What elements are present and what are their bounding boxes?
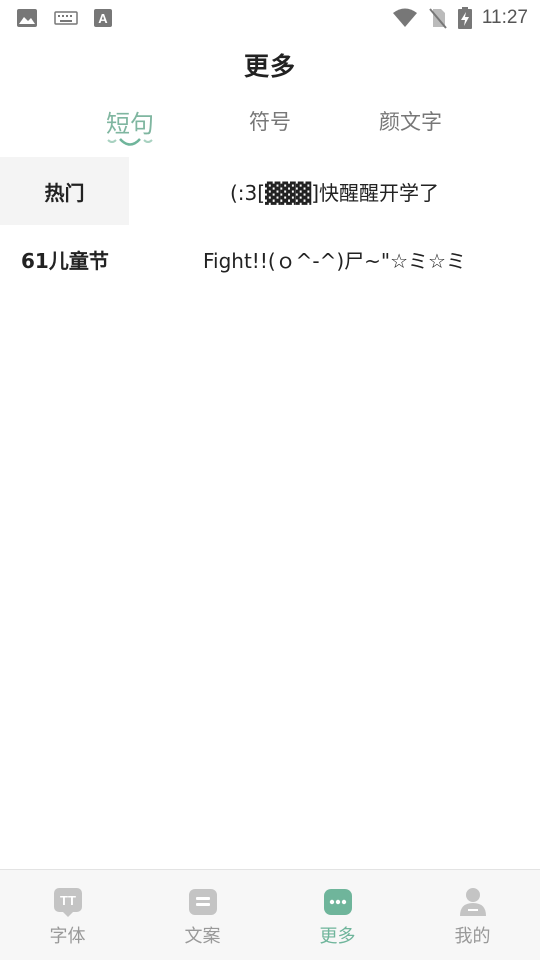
- more-dots-icon: [323, 889, 352, 915]
- page-title: 更多: [243, 52, 296, 81]
- nav-label: 字体: [49, 926, 86, 947]
- tab-kaomoji[interactable]: 颜文字: [379, 106, 442, 136]
- status-right-icons: 11:27: [392, 7, 528, 29]
- list-row: 热门 (:3[▓▓▓]快醒醒开学了: [0, 157, 540, 225]
- nav-item-copywriting[interactable]: 文案: [135, 870, 270, 960]
- copywriting-icon: [188, 889, 217, 915]
- nav-label: 文案: [184, 926, 221, 947]
- no-sim-icon: [429, 8, 447, 29]
- profile-icon: [459, 888, 486, 916]
- category-hot[interactable]: 热门: [0, 157, 129, 225]
- tab-bar: 短句 符号 颜文字: [0, 98, 540, 156]
- keyboard-icon: [54, 11, 78, 25]
- phrase-item[interactable]: (:3[▓▓▓]快醒醒开学了: [129, 177, 540, 206]
- screen: A 11:27 更多 短句 符号 颜文字 热门 (:3[▓▓▓]快醒醒开学了 6…: [0, 0, 540, 960]
- nav-item-font[interactable]: TT 字体: [0, 870, 135, 960]
- svg-text:A: A: [98, 11, 108, 26]
- wifi-icon: [392, 8, 417, 27]
- nav-item-more[interactable]: 更多: [270, 870, 405, 960]
- status-time: 11:27: [481, 7, 528, 28]
- tab-symbols[interactable]: 符号: [249, 106, 291, 136]
- font-icon: A: [94, 9, 112, 27]
- header: 更多: [0, 36, 540, 94]
- category-childrens-day[interactable]: 61儿童节: [0, 225, 129, 293]
- status-bar: A 11:27: [0, 0, 540, 36]
- tab-short-sentence[interactable]: 短句: [106, 104, 154, 139]
- bottom-nav: TT 字体 文案 更多 我的: [0, 869, 540, 960]
- nav-label: 我的: [454, 926, 491, 947]
- font-tt-icon: TT: [53, 888, 82, 917]
- image-icon: [17, 9, 37, 27]
- nav-item-profile[interactable]: 我的: [405, 870, 540, 960]
- svg-text:TT: TT: [60, 893, 76, 908]
- nav-label: 更多: [319, 926, 356, 947]
- phrase-item[interactable]: Fight!!(ｏ^-^)尸~"☆ミ☆ミ: [129, 245, 540, 274]
- list-row: 61儿童节 Fight!!(ｏ^-^)尸~"☆ミ☆ミ: [0, 225, 540, 293]
- tab-active-indicator: [107, 138, 153, 146]
- status-left-icons: A: [16, 8, 112, 28]
- battery-charging-icon: [457, 7, 472, 29]
- content-list: 热门 (:3[▓▓▓]快醒醒开学了 61儿童节 Fight!!(ｏ^-^)尸~"…: [0, 157, 540, 293]
